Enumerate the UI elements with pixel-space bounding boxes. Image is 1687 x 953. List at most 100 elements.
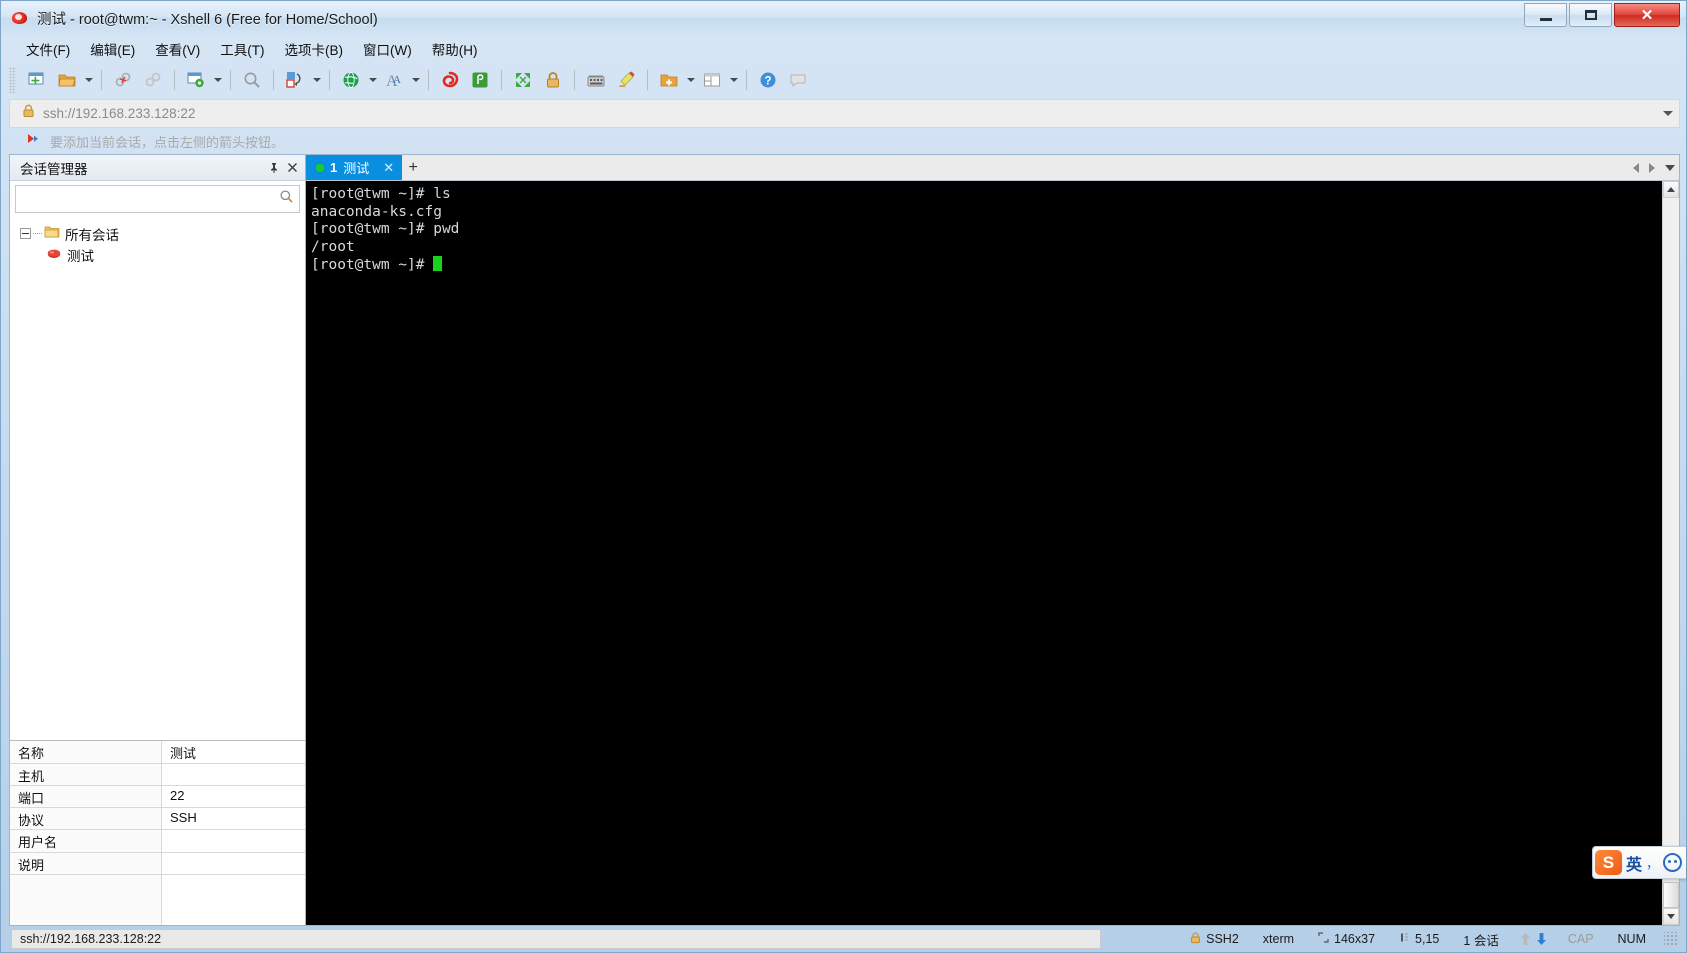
disconnect-icon [113, 70, 133, 90]
close-button[interactable]: ✕ [1614, 3, 1680, 27]
chevron-down-icon [729, 78, 738, 82]
chevron-down-icon [84, 78, 93, 82]
tab-close-icon[interactable]: ✕ [383, 160, 394, 176]
font-button[interactable]: A A [379, 66, 409, 94]
help-icon: ? [758, 70, 778, 90]
menu-edit[interactable]: 编辑(E) [81, 36, 144, 62]
keyboard-button[interactable] [581, 66, 611, 94]
tab-session-1[interactable]: 1 测试 ✕ [306, 155, 403, 180]
chevron-down-icon [686, 78, 695, 82]
file-transfer-button[interactable] [280, 66, 310, 94]
scroll-track[interactable] [1663, 198, 1679, 882]
session-tree: 所有会话 测试 [10, 215, 305, 741]
scroll-up-button[interactable] [1663, 181, 1679, 198]
add-folder-icon [659, 70, 679, 90]
reconnect-button[interactable] [138, 66, 168, 94]
property-key: 主机 [10, 763, 162, 785]
panel-close-button[interactable] [283, 159, 301, 177]
bookmark-hint-text: 要添加当前会话，点击左侧的箭头按钮。 [50, 134, 285, 150]
status-size: 146x37 [1306, 932, 1387, 946]
font-icon: A A [384, 70, 404, 90]
table-row-filler [10, 875, 305, 925]
chevron-left-icon[interactable] [1633, 163, 1639, 173]
chevron-down-icon [213, 78, 222, 82]
layout-button[interactable] [697, 66, 727, 94]
folder-icon [44, 225, 60, 242]
add-folder-dropdown[interactable] [684, 66, 697, 94]
session-manager-title: 会话管理器 [20, 161, 88, 177]
xftp-icon [440, 70, 460, 90]
expander-icon[interactable] [20, 228, 31, 239]
layout-dropdown[interactable] [727, 66, 740, 94]
fullscreen-button[interactable] [508, 66, 538, 94]
xftp-button[interactable] [435, 66, 465, 94]
session-properties-dropdown[interactable] [211, 66, 224, 94]
maximize-button[interactable] [1569, 3, 1612, 27]
menu-tools[interactable]: 工具(T) [211, 36, 273, 62]
tab-index: 1 [330, 160, 338, 175]
table-row: 协议 SSH [10, 808, 305, 831]
globe-button[interactable] [336, 66, 366, 94]
menu-view[interactable]: 查看(V) [146, 36, 209, 62]
size-icon [1318, 932, 1329, 946]
status-protocol-text: SSH2 [1206, 932, 1239, 946]
layout-icon [702, 70, 722, 90]
toolbar: A A ? [1, 62, 1686, 98]
scroll-down-button[interactable] [1663, 908, 1679, 925]
menu-help[interactable]: 帮助(H) [423, 36, 487, 62]
open-session-button[interactable] [52, 66, 82, 94]
disconnect-button[interactable] [108, 66, 138, 94]
lock-button[interactable] [538, 66, 568, 94]
table-row: 主机 [10, 763, 305, 786]
scroll-thumb[interactable] [1663, 882, 1679, 908]
globe-dropdown[interactable] [366, 66, 379, 94]
session-search-box[interactable] [15, 185, 300, 213]
status-num-lock: NUM [1617, 932, 1646, 946]
open-session-dropdown[interactable] [82, 66, 95, 94]
tree-node-all-sessions[interactable]: 所有会话 [10, 223, 305, 244]
menu-tabs[interactable]: 选项卡(B) [276, 36, 353, 62]
sogou-logo-icon[interactable]: S [1594, 850, 1622, 875]
terminal-screen[interactable]: [root@twm ~]# ls anaconda-ks.cfg [root@t… [306, 181, 1662, 925]
menu-file[interactable]: 文件(F) [17, 36, 79, 62]
tree-node-session[interactable]: 测试 [10, 244, 305, 265]
chat-button[interactable] [783, 66, 813, 94]
font-dropdown[interactable] [409, 66, 422, 94]
chevron-right-icon[interactable] [1649, 163, 1655, 173]
maximize-icon [1584, 10, 1597, 20]
address-input[interactable]: ssh://192.168.233.128:22 [43, 106, 1657, 121]
status-caps-lock: CAP [1567, 932, 1594, 946]
resize-grip[interactable] [1664, 932, 1678, 946]
address-dropdown-button[interactable] [1657, 111, 1679, 116]
menu-bar: 文件(F) 编辑(E) 查看(V) 工具(T) 选项卡(B) 窗口(W) 帮助(… [1, 35, 1686, 62]
add-folder-button[interactable] [654, 66, 684, 94]
new-tab-button[interactable]: + [402, 155, 424, 180]
address-bar[interactable]: ssh://192.168.233.128:22 [9, 99, 1680, 128]
file-transfer-dropdown[interactable] [310, 66, 323, 94]
table-row: 说明 [10, 852, 305, 875]
globe-icon [341, 70, 361, 90]
minimize-button[interactable] [1524, 3, 1567, 27]
status-cursor-pos: 5,15 [1387, 932, 1451, 946]
menu-window[interactable]: 窗口(W) [354, 36, 421, 62]
property-value [162, 853, 305, 874]
highlight-button[interactable] [611, 66, 641, 94]
help-button[interactable]: ? [753, 66, 783, 94]
terminal-scrollbar[interactable] [1662, 181, 1679, 925]
chevron-down-icon[interactable] [1665, 165, 1675, 171]
session-properties-button[interactable] [181, 66, 211, 94]
pin-button[interactable] [265, 159, 283, 177]
find-button[interactable] [237, 66, 267, 94]
smiley-icon[interactable] [1663, 853, 1682, 872]
xlpd-icon [470, 70, 490, 90]
status-protocol: SSH2 [1178, 931, 1251, 947]
bookmark-hint-bar: 要添加当前会话，点击左侧的箭头按钮。 [1, 128, 1686, 154]
toolbar-grip[interactable] [9, 67, 16, 93]
status-cursor-text: 5,15 [1415, 932, 1440, 946]
xlpd-button[interactable] [465, 66, 495, 94]
new-session-button[interactable] [22, 66, 52, 94]
ime-language-button[interactable]: 英 [1626, 851, 1642, 875]
ime-punctuation-button[interactable]: ， [1646, 853, 1659, 872]
window-controls: ✕ [1524, 3, 1680, 27]
lock-icon [22, 104, 35, 123]
